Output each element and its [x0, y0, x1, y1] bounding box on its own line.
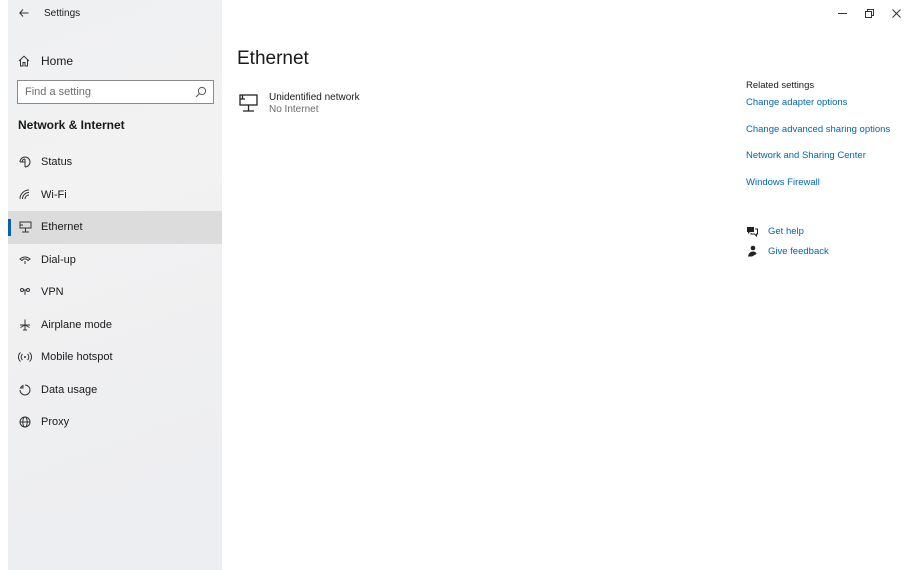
- sidebar-item-label: Wi-Fi: [41, 188, 67, 201]
- sidebar-item-label: Mobile hotspot: [41, 351, 113, 364]
- related-settings: Related settings Change adapter options …: [746, 80, 910, 203]
- ethernet-icon: [18, 220, 32, 234]
- chat-help-icon: [746, 225, 758, 237]
- sidebar-item-label: Airplane mode: [41, 318, 112, 331]
- dialup-icon: [18, 253, 32, 267]
- search-icon[interactable]: [195, 86, 207, 98]
- related-settings-title: Related settings: [746, 80, 815, 91]
- app-title: Settings: [44, 7, 81, 19]
- restore-icon: [865, 8, 874, 18]
- sidebar-item-wifi[interactable]: Wi-Fi: [8, 179, 222, 212]
- data-usage-icon: [18, 383, 32, 397]
- network-name: Unidentified network: [269, 92, 360, 103]
- sidebar-item-mobile-hotspot[interactable]: Mobile hotspot: [8, 341, 222, 374]
- sidebar-item-airplane-mode[interactable]: Airplane mode: [8, 309, 222, 342]
- main-content: Ethernet Unidentified network No Interne…: [222, 0, 910, 570]
- window-controls: [829, 0, 910, 26]
- change-adapter-options-link[interactable]: Change adapter options: [746, 97, 910, 124]
- sidebar-item-dialup[interactable]: Dial-up: [8, 244, 222, 277]
- network-entry[interactable]: Unidentified network No Internet: [237, 92, 360, 116]
- get-help-link[interactable]: Get help: [746, 221, 829, 241]
- search-input[interactable]: [25, 86, 185, 98]
- give-feedback-link[interactable]: Give feedback: [746, 241, 829, 261]
- sidebar-item-label: Proxy: [41, 416, 70, 429]
- sidebar-item-label: Status: [41, 156, 73, 169]
- page-title: Ethernet: [237, 48, 309, 69]
- feedback-person-icon: [746, 245, 758, 257]
- vpn-icon: [18, 285, 32, 299]
- minimize-icon: [838, 12, 847, 14]
- close-icon: [892, 8, 901, 18]
- sidebar-nav: Status Wi-Fi Ethernet Dial-up VPN Airpla…: [8, 146, 222, 439]
- globe-icon: [18, 415, 32, 429]
- sidebar-item-label: VPN: [41, 286, 64, 299]
- get-help-label: Get help: [768, 225, 804, 237]
- sidebar-item-ethernet[interactable]: Ethernet: [8, 211, 222, 244]
- sidebar-item-label: Data usage: [41, 383, 98, 396]
- sidebar-item-vpn[interactable]: VPN: [8, 276, 222, 309]
- sidebar-item-label: Dial-up: [41, 253, 76, 266]
- settings-window: Settings Home Network & Internet Status: [8, 0, 910, 570]
- sidebar-item-proxy[interactable]: Proxy: [8, 406, 222, 439]
- title-bar: Settings: [8, 0, 222, 26]
- sidebar-item-label: Ethernet: [41, 221, 83, 234]
- ethernet-network-icon: [239, 94, 258, 112]
- section-title: Network & Internet: [18, 118, 125, 132]
- home-nav-item[interactable]: Home: [8, 48, 222, 74]
- hotspot-icon: [18, 350, 32, 364]
- airplane-icon: [18, 318, 32, 332]
- status-icon: [18, 155, 32, 169]
- back-arrow-icon: [19, 9, 29, 17]
- windows-firewall-link[interactable]: Windows Firewall: [746, 177, 910, 204]
- change-advanced-sharing-link[interactable]: Change advanced sharing options: [746, 124, 910, 151]
- sidebar-item-status[interactable]: Status: [8, 146, 222, 179]
- close-button[interactable]: [883, 0, 910, 26]
- network-status: No Internet: [269, 104, 319, 115]
- minimize-button[interactable]: [829, 0, 856, 26]
- sidebar: Settings Home Network & Internet Status: [8, 0, 222, 570]
- help-section: Get help Give feedback: [746, 221, 829, 261]
- network-sharing-center-link[interactable]: Network and Sharing Center: [746, 150, 910, 177]
- give-feedback-label: Give feedback: [768, 245, 829, 257]
- search-box[interactable]: [17, 80, 214, 104]
- back-button[interactable]: [8, 0, 40, 26]
- sidebar-item-data-usage[interactable]: Data usage: [8, 374, 222, 407]
- restore-button[interactable]: [856, 0, 883, 26]
- home-label: Home: [41, 54, 74, 68]
- wifi-icon: [18, 188, 32, 202]
- home-icon: [18, 55, 30, 67]
